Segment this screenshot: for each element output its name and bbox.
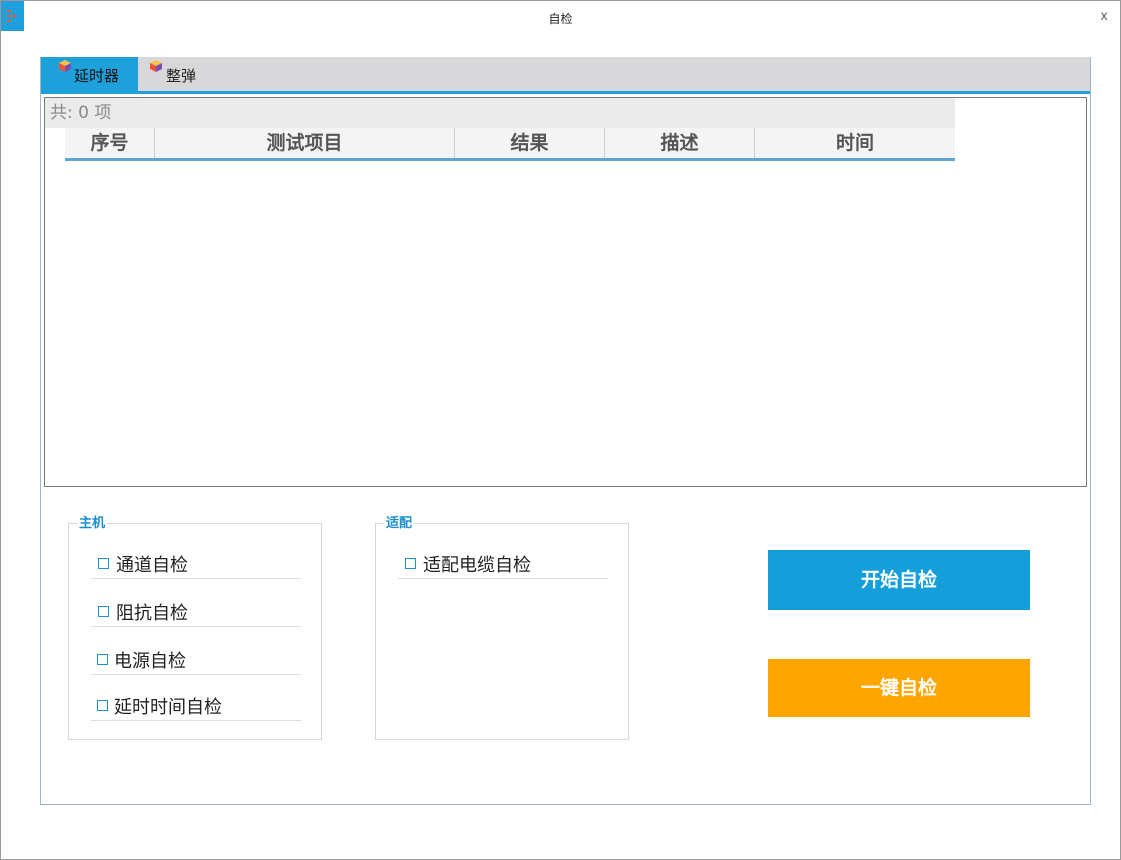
- self-check-window: 自检 x 延时器 整弹 共: 0 项 序号 测试项目 结果 描述 时间 主机 通…: [0, 0, 1121, 860]
- power-checkbox[interactable]: [97, 654, 108, 665]
- title-bar: 自检 x: [1, 1, 1120, 33]
- tab-label: 整弹: [166, 67, 197, 85]
- check-label: 延时时间自检: [114, 697, 222, 718]
- adapter-group-title: 适配: [384, 516, 415, 532]
- row-header-corner: [45, 128, 66, 161]
- results-table[interactable]: 共: 0 项 序号 测试项目 结果 描述 时间: [44, 97, 1087, 487]
- check-row-impedance[interactable]: 阻抗自检: [91, 602, 301, 627]
- check-label: 通道自检: [116, 555, 188, 576]
- adapter-group: 适配 适配电缆自检: [375, 516, 629, 740]
- adapter-cable-checkbox[interactable]: [405, 558, 416, 569]
- one-key-self-check-button[interactable]: 一键自检: [768, 659, 1030, 717]
- check-row-power[interactable]: 电源自检: [91, 650, 301, 675]
- tab-label: 延时器: [74, 67, 120, 85]
- channel-checkbox[interactable]: [98, 558, 109, 569]
- cube-icon: [59, 60, 71, 72]
- column-header-result[interactable]: 结果: [455, 128, 605, 158]
- tab-delay-unit[interactable]: 延时器: [41, 57, 138, 91]
- cube-icon: [150, 60, 162, 72]
- check-row-delay-time[interactable]: 延时时间自检: [91, 696, 301, 721]
- check-label: 电源自检: [114, 651, 186, 672]
- column-header-index[interactable]: 序号: [65, 128, 155, 158]
- host-group: 主机 通道自检 阻抗自检 电源自检 延时时间自检: [68, 516, 322, 740]
- impedance-checkbox[interactable]: [98, 606, 109, 617]
- table-header: 序号 测试项目 结果 描述 时间: [65, 128, 955, 161]
- close-icon[interactable]: x: [1100, 9, 1108, 24]
- item-count: 共: 0 项: [45, 98, 955, 128]
- tab-strip: 延时器 整弹: [41, 57, 1090, 94]
- column-header-test-item[interactable]: 测试项目: [155, 128, 455, 158]
- tab-whole-unit[interactable]: 整弹: [138, 57, 218, 91]
- window-title: 自检: [548, 12, 573, 26]
- delay-time-checkbox[interactable]: [97, 700, 108, 711]
- check-label: 阻抗自检: [116, 603, 188, 624]
- column-header-description[interactable]: 描述: [605, 128, 755, 158]
- column-header-time[interactable]: 时间: [755, 128, 955, 158]
- check-row-channel[interactable]: 通道自检: [91, 554, 301, 579]
- host-group-title: 主机: [77, 516, 108, 532]
- check-label: 适配电缆自检: [423, 555, 531, 576]
- start-self-check-button[interactable]: 开始自检: [768, 550, 1030, 610]
- check-row-adapter-cable[interactable]: 适配电缆自检: [398, 554, 608, 579]
